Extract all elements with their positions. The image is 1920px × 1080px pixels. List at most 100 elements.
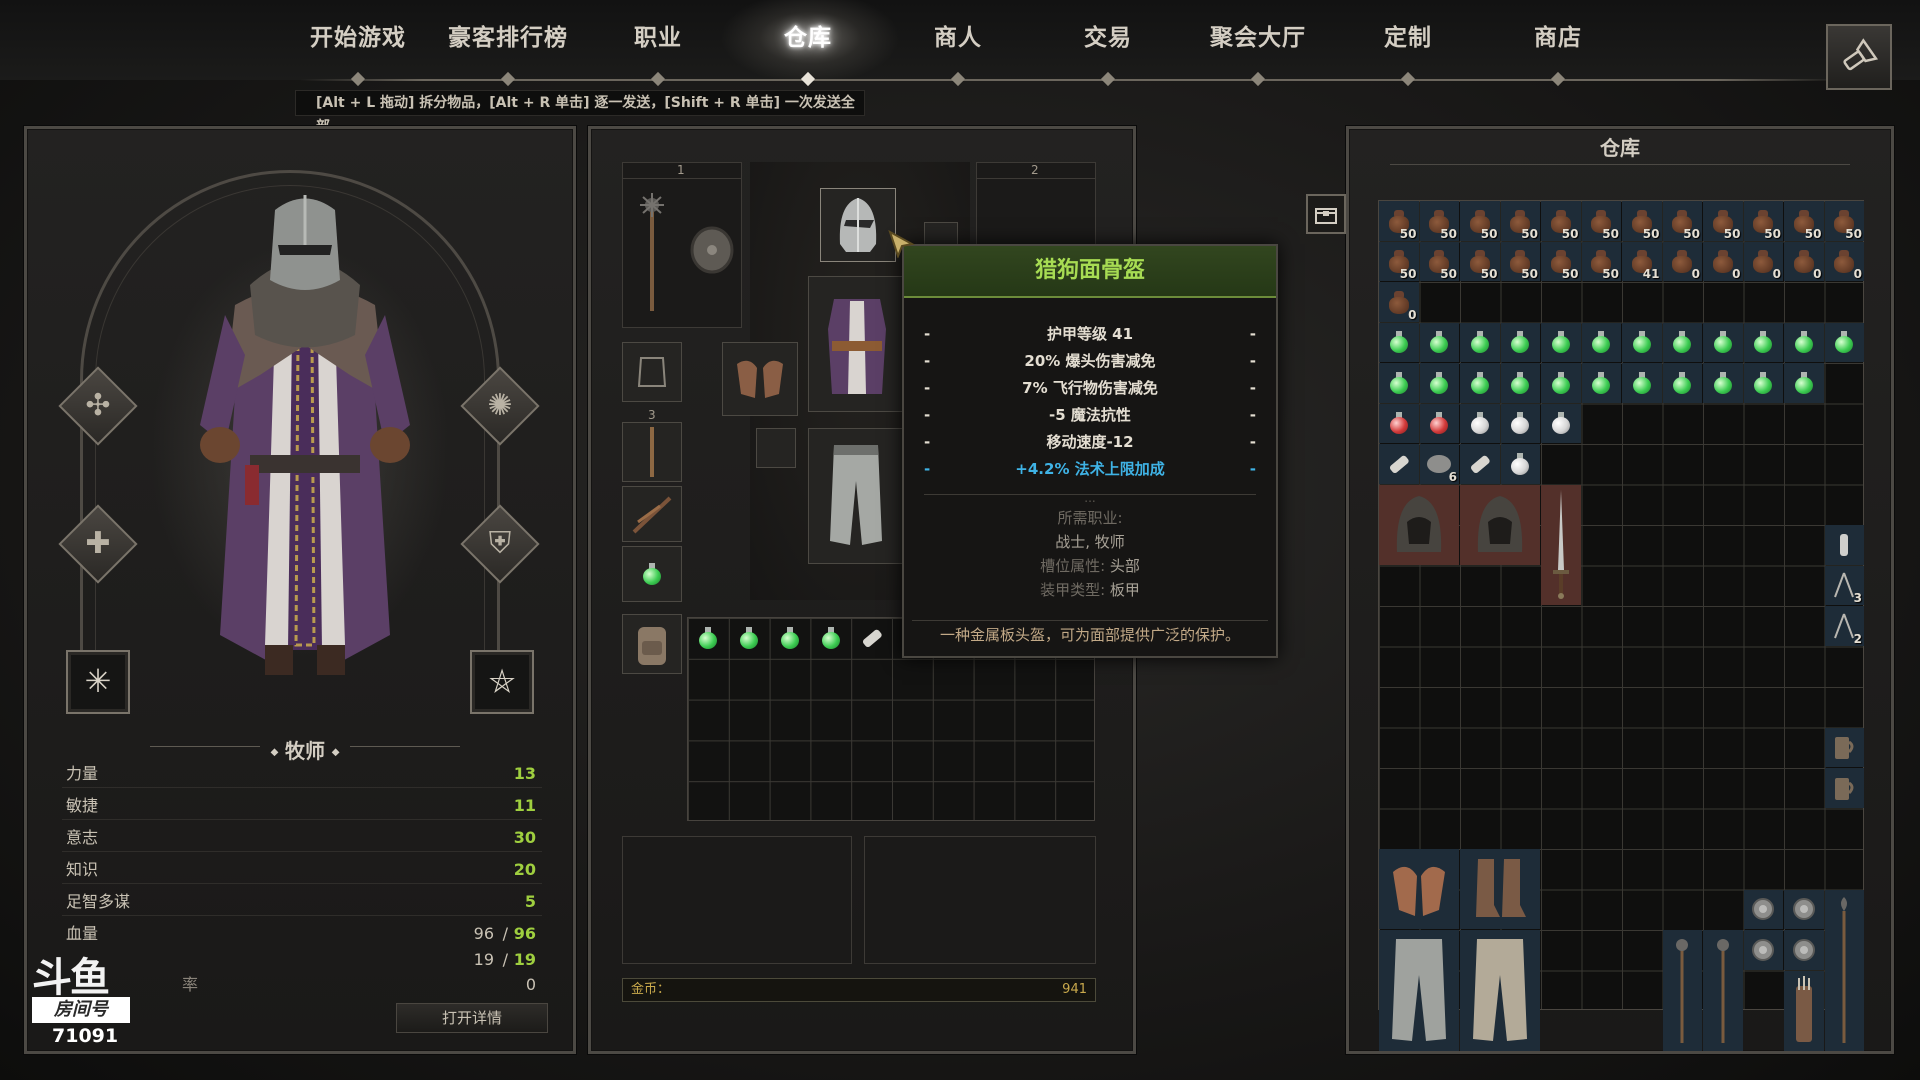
utility-slot-2[interactable] xyxy=(622,486,682,542)
stash-tab-button[interactable] xyxy=(1306,194,1346,234)
stash-coin-pouch[interactable]: 0 xyxy=(1703,241,1743,281)
stash-coin-pouch[interactable]: 50 xyxy=(1379,241,1419,281)
stash-amulet[interactable] xyxy=(1743,889,1783,929)
tab-stash[interactable]: 仓库 xyxy=(733,18,883,58)
inventory-item[interactable] xyxy=(770,618,810,658)
stash-coin-pouch[interactable]: 50 xyxy=(1460,201,1500,241)
pouch-slot-left[interactable] xyxy=(622,836,852,964)
stash-healing-potion[interactable] xyxy=(1419,322,1459,362)
head-slot[interactable] xyxy=(820,188,896,262)
stash-healing-potion[interactable] xyxy=(1662,363,1702,403)
stash-amulet[interactable] xyxy=(1743,930,1783,970)
stash-healing-potion[interactable] xyxy=(1622,363,1662,403)
stash-healing-potion[interactable] xyxy=(1743,322,1783,362)
stash-healing-potion[interactable] xyxy=(1541,363,1581,403)
stash-coin-pouch[interactable]: 50 xyxy=(1379,201,1419,241)
utility-slot-1[interactable] xyxy=(622,422,682,482)
tab-start-game[interactable]: 开始游戏 xyxy=(283,18,433,58)
chest-slot[interactable] xyxy=(808,276,906,412)
stash-tankard[interactable] xyxy=(1824,727,1864,767)
stash-coin-pouch[interactable]: 50 xyxy=(1500,201,1540,241)
stash-coin-pouch[interactable]: 50 xyxy=(1419,241,1459,281)
stash-coin-pouch[interactable]: 0 xyxy=(1662,241,1702,281)
flashlight-button[interactable] xyxy=(1826,24,1892,90)
tab-leaderboard[interactable]: 豪客排行榜 xyxy=(433,18,583,58)
stash-coin-pouch[interactable]: 50 xyxy=(1541,241,1581,281)
stash-healing-potion[interactable] xyxy=(1743,363,1783,403)
stash-coin-pouch[interactable]: 50 xyxy=(1500,241,1540,281)
stash-plate-pants[interactable] xyxy=(1379,930,1459,1051)
stash-healing-potion[interactable] xyxy=(1379,322,1419,362)
stash-mace[interactable] xyxy=(1662,930,1702,1051)
stash-healing-potion[interactable] xyxy=(1460,322,1500,362)
stash-healing-potion[interactable] xyxy=(1622,322,1662,362)
legs-slot[interactable] xyxy=(808,428,904,564)
stash-sword[interactable] xyxy=(1541,484,1581,605)
stash-coin-pouch[interactable]: 50 xyxy=(1662,201,1702,241)
stash-coin-pouch[interactable]: 50 xyxy=(1460,241,1500,281)
hands-slot[interactable] xyxy=(722,342,798,416)
stash-coin-pouch[interactable]: 50 xyxy=(1419,201,1459,241)
stash-disc[interactable]: 6 xyxy=(1419,444,1459,484)
stash-bandage[interactable] xyxy=(1460,444,1500,484)
stash-amulet[interactable] xyxy=(1784,889,1824,929)
stash-coin-pouch[interactable]: 50 xyxy=(1784,201,1824,241)
stash-coin-pouch[interactable]: 50 xyxy=(1824,201,1864,241)
stash-bandage[interactable] xyxy=(1379,444,1419,484)
stash-healing-potion[interactable] xyxy=(1662,322,1702,362)
stash-coin-pouch[interactable]: 50 xyxy=(1743,201,1783,241)
stash-hood[interactable] xyxy=(1379,484,1459,565)
inventory-item[interactable] xyxy=(852,618,892,658)
perk-slot-left[interactable]: ✳ xyxy=(66,650,130,714)
stash-healing-potion[interactable] xyxy=(1703,363,1743,403)
stash-tool[interactable]: 2 xyxy=(1824,606,1864,646)
stash-amulet[interactable] xyxy=(1784,930,1824,970)
inventory-item[interactable] xyxy=(811,618,851,658)
stash-tankard[interactable] xyxy=(1824,768,1864,808)
stash-healing-potion[interactable] xyxy=(1500,363,1540,403)
mace-icon[interactable] xyxy=(637,193,667,313)
stash-healing-potion[interactable] xyxy=(1581,322,1621,362)
open-details-button[interactable]: 打开详情 xyxy=(396,1003,548,1033)
stash-tool[interactable]: 3 xyxy=(1824,565,1864,605)
stash-gloves[interactable] xyxy=(1379,849,1459,929)
stash-cloth-pants[interactable] xyxy=(1460,930,1540,1051)
inventory-item[interactable] xyxy=(688,618,728,658)
stash-red-potion[interactable] xyxy=(1379,403,1419,443)
stash-white-potion[interactable] xyxy=(1500,444,1540,484)
ring-slot[interactable] xyxy=(756,428,796,468)
stash-coin-pouch[interactable]: 41 xyxy=(1622,241,1662,281)
round-shield-icon[interactable] xyxy=(689,225,735,275)
stash-coin-pouch[interactable]: 50 xyxy=(1581,241,1621,281)
stash-quiver[interactable] xyxy=(1784,970,1824,1051)
tab-shop[interactable]: 商店 xyxy=(1483,18,1633,58)
tab-customize[interactable]: 定制 xyxy=(1333,18,1483,58)
stash-healing-potion[interactable] xyxy=(1824,322,1864,362)
stash-healing-potion[interactable] xyxy=(1581,363,1621,403)
stash-coin-pouch[interactable]: 0 xyxy=(1379,282,1419,322)
stash-healing-potion[interactable] xyxy=(1703,322,1743,362)
stash-boots[interactable] xyxy=(1460,849,1540,929)
stash-mace[interactable] xyxy=(1703,930,1743,1051)
utility-slot-3[interactable] xyxy=(622,546,682,602)
stash-healing-potion[interactable] xyxy=(1500,322,1540,362)
stash-healing-potion[interactable] xyxy=(1541,322,1581,362)
stash-coin-pouch[interactable]: 0 xyxy=(1784,241,1824,281)
backpack-slot[interactable] xyxy=(622,614,682,674)
tab-class[interactable]: 职业 xyxy=(583,18,733,58)
stash-staff[interactable] xyxy=(1824,889,1864,1051)
tab-gathering-hall[interactable]: 聚会大厅 xyxy=(1183,18,1333,58)
stash-coin-pouch[interactable]: 0 xyxy=(1824,241,1864,281)
tab-trade[interactable]: 交易 xyxy=(1033,18,1183,58)
cloak-slot[interactable] xyxy=(622,342,682,402)
stash-coin-pouch[interactable]: 50 xyxy=(1541,201,1581,241)
stash-coin-pouch[interactable]: 50 xyxy=(1703,201,1743,241)
stash-hood[interactable] xyxy=(1460,484,1540,565)
pouch-slot-right[interactable] xyxy=(864,836,1096,964)
stash-white-potion[interactable] xyxy=(1541,403,1581,443)
stash-red-potion[interactable] xyxy=(1419,403,1459,443)
stash-healing-potion[interactable] xyxy=(1784,322,1824,362)
stash-healing-potion[interactable] xyxy=(1419,363,1459,403)
stash-healing-potion[interactable] xyxy=(1379,363,1419,403)
stash-coin-pouch[interactable]: 50 xyxy=(1581,201,1621,241)
